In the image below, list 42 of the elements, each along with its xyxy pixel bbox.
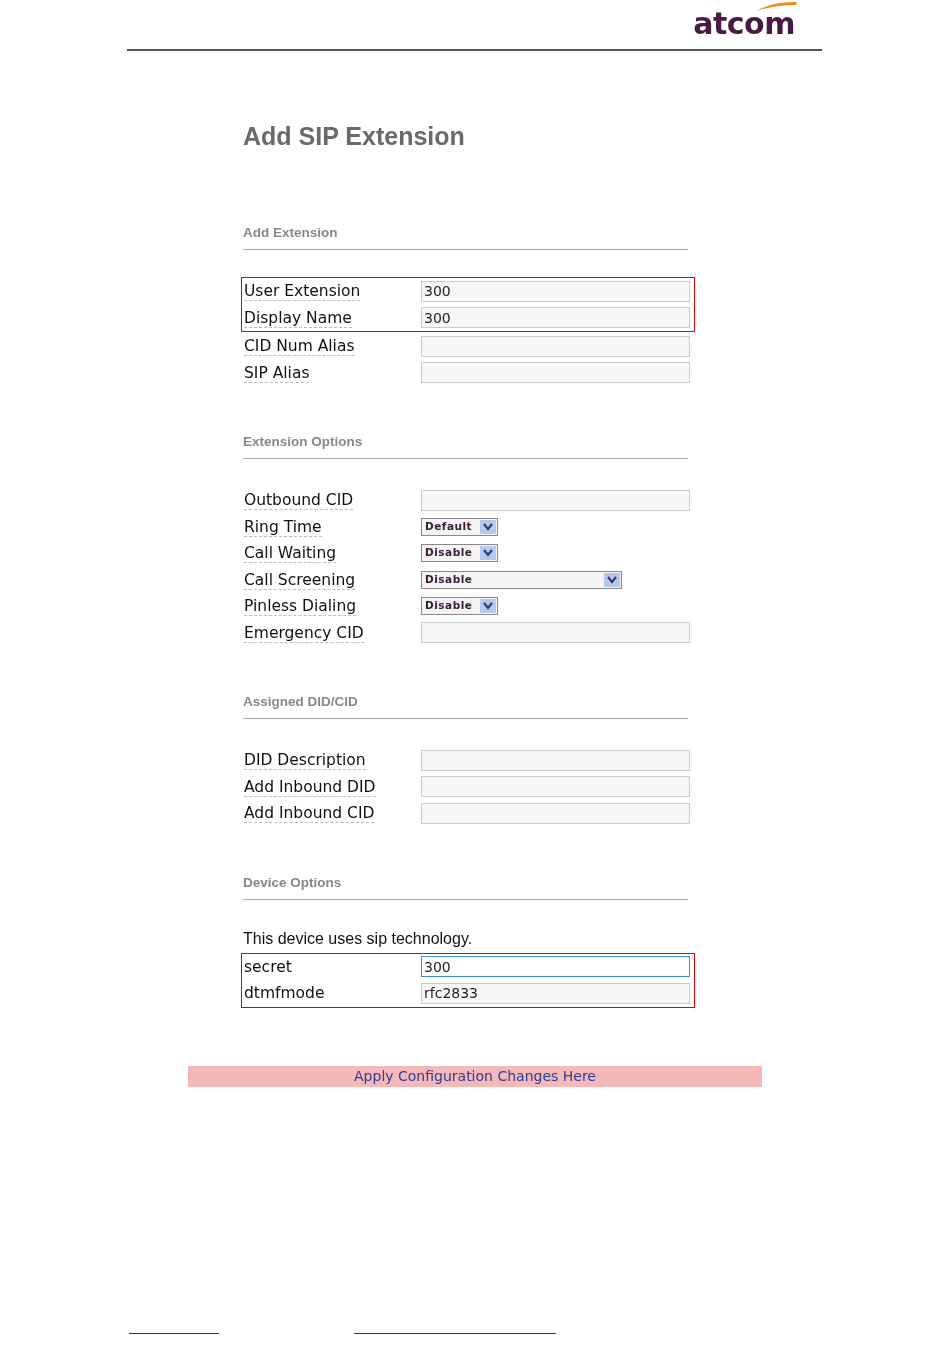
field-label: Display Name xyxy=(244,308,352,328)
apply-changes-button[interactable]: Apply Configuration Changes Here xyxy=(188,1065,762,1087)
field-label: Emergency CID xyxy=(244,623,364,643)
text-field[interactable]: 300 xyxy=(421,956,690,978)
caret-icon xyxy=(480,599,496,614)
dropdown[interactable]: Disable xyxy=(421,570,622,589)
field-label: User Extension xyxy=(244,282,361,302)
dropdown[interactable]: Default xyxy=(421,517,498,536)
field-label: Pinless Dialing xyxy=(244,597,357,617)
dropdown[interactable]: Disable xyxy=(421,544,498,563)
field-label: Ring Time xyxy=(244,517,322,537)
section-heading: Extension Options xyxy=(243,434,363,449)
caret-icon xyxy=(480,519,496,534)
field-label: SIP Alias xyxy=(244,363,310,383)
page-title: Add SIP Extension xyxy=(243,121,466,151)
company-logo: atcom xyxy=(693,0,798,39)
text-field[interactable]: 300 xyxy=(421,280,690,302)
text-field[interactable] xyxy=(421,776,690,798)
caret-icon xyxy=(480,546,496,561)
field-label: secret xyxy=(244,957,293,976)
caret-icon xyxy=(604,572,620,587)
device-note: This device uses sip technology. xyxy=(243,928,474,949)
field-label: Add Inbound DID xyxy=(244,777,376,797)
text-field[interactable] xyxy=(421,335,690,357)
section-heading: Device Options xyxy=(243,874,342,890)
text-field[interactable]: 300 xyxy=(421,307,690,329)
text-field[interactable]: rfc2833 xyxy=(421,982,690,1004)
field-label: CID Num Alias xyxy=(244,337,355,357)
text-field[interactable] xyxy=(421,622,690,644)
text-field[interactable] xyxy=(421,489,690,511)
section-heading: Add Extension xyxy=(243,225,338,240)
field-label: Add Inbound CID xyxy=(244,804,375,824)
dropdown[interactable]: Disable xyxy=(421,597,498,616)
field-label: Call Waiting xyxy=(244,544,337,564)
section-heading: Assigned DID/CID xyxy=(243,694,358,709)
text-field[interactable] xyxy=(421,802,690,824)
field-label: Call Screening xyxy=(244,570,356,590)
text-field[interactable] xyxy=(421,362,690,384)
field-label: Outbound CID xyxy=(244,491,354,511)
text-field[interactable] xyxy=(421,749,690,771)
field-label: DID Description xyxy=(244,751,366,771)
field-label: dtmfmode xyxy=(244,984,326,1003)
